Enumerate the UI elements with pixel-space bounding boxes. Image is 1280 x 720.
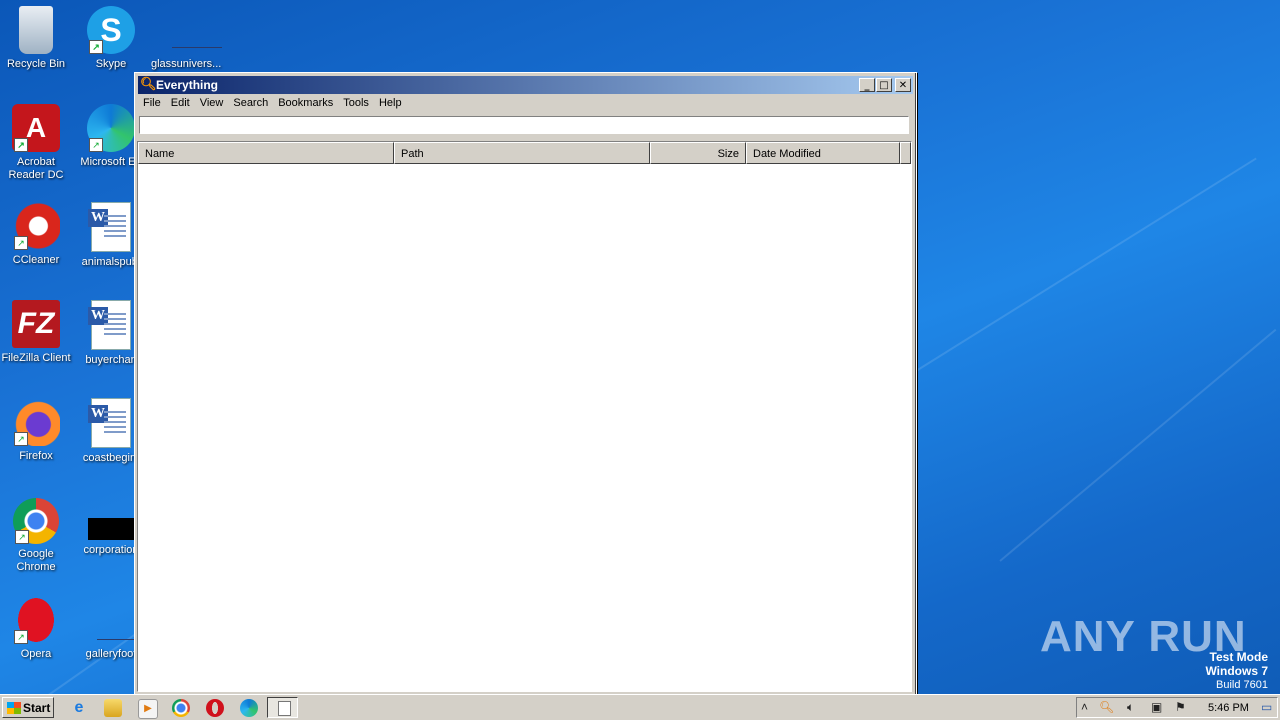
action-center-flag-icon[interactable]: ⚑ [1175,700,1186,714]
desktop-icon-label: Recycle Bin [6,58,66,70]
menu-edit[interactable]: Edit [166,95,195,109]
window-title: Everything [156,78,219,92]
shortcut-arrow-icon: ↗ [15,530,29,544]
opera-icon: ↗ [12,596,60,644]
test-mode-watermark: Test Mode Windows 7 Build 7601 [1205,650,1268,692]
desktop-icon-label: Firefox [19,450,53,462]
shortcut-arrow-icon: ↗ [14,432,28,446]
menu-tools[interactable]: Tools [338,95,374,109]
shortcut-arrow-icon: ↗ [89,40,103,54]
desktop-icon-filezilla[interactable]: FZ FileZilla Client [1,300,71,365]
close-button[interactable]: ✕ [895,78,911,92]
show-desktop-icon[interactable]: ▭ [1261,700,1272,714]
search-box[interactable] [139,116,909,134]
column-header-name[interactable]: Name [138,142,394,164]
windows-logo-icon [7,702,21,714]
wallpaper-streak [899,157,1257,382]
edge-icon: ↗ [87,104,135,152]
search-input[interactable] [140,117,908,133]
desktop-icon-skype[interactable]: S ↗ Skype [76,6,146,71]
shortcut-arrow-icon: ↗ [14,138,28,152]
desktop-icon-firefox[interactable]: ↗ Firefox [1,398,71,463]
menu-help[interactable]: Help [374,95,407,109]
volume-icon[interactable]: 🔈︎ [1127,700,1134,715]
desktop-icon-label: glassunivers... [151,58,222,70]
menu-file[interactable]: File [138,95,166,109]
start-label: Start [23,701,51,715]
clock[interactable]: 5:46 PM [1208,702,1249,714]
start-button[interactable]: Start [2,697,54,718]
maximize-button[interactable]: □ [876,78,892,92]
taskbar: Start e ▶ ˄ 🔍︎ 🔈︎ ▣ ⚑ 5:46 PM ▭ [0,694,1280,720]
desktop-icon-label: Skype [95,58,127,70]
firefox-icon: ↗ [12,398,60,446]
desktop-icon-acrobat[interactable]: A ↗ Acrobat Reader DC [1,104,71,182]
system-tray: ˄ 🔍︎ 🔈︎ ▣ ⚑ 5:46 PM ▭ [1076,697,1278,718]
desktop-icon-glassunivers[interactable]: glassunivers... [151,6,222,71]
desktop-icon-label: Opera [20,648,52,660]
build-label: Build 7601 [1216,679,1268,691]
shortcut-arrow-icon: ↗ [14,630,28,644]
edge-taskbar-icon[interactable] [240,699,258,717]
magnifier-icon: 🔍︎ [140,76,157,91]
everything-window[interactable]: 🔍︎ Everything _ □ ✕ File Edit View Search Bo… [134,72,917,696]
desktop-icon-label: Google Chrome [16,548,56,573]
file-explorer-icon[interactable] [104,699,122,717]
list-header: Name Path Size Date Modified [138,142,911,164]
desktop-icon-chrome[interactable]: ↗ Google Chrome [1,498,71,574]
taskbar-button-everything[interactable] [267,697,298,718]
skype-icon: S ↗ [87,6,135,54]
file-icon [87,596,143,644]
opera-taskbar-icon[interactable] [206,699,224,717]
chrome-icon: ↗ [13,498,59,544]
column-header-date-modified[interactable]: Date Modified [746,142,900,164]
everything-tray-icon[interactable]: 🔍︎ [1099,700,1114,714]
wallpaper-streak [999,328,1277,562]
results-list[interactable]: Name Path Size Date Modified [137,141,912,692]
desktop-icon-recycle-bin[interactable]: Recycle Bin [1,6,71,71]
desktop-icon-label: Acrobat Reader DC [8,156,64,181]
menu-bar: File Edit View Search Bookmarks Tools Help [138,95,913,114]
word-doc-icon [88,398,131,448]
recycle-bin-icon [19,6,53,54]
media-player-icon[interactable]: ▶ [138,699,158,719]
menu-bookmarks[interactable]: Bookmarks [273,95,338,109]
column-header-path[interactable]: Path [394,142,650,164]
windows-version-label: Windows 7 [1205,664,1268,678]
word-doc-icon [88,300,131,350]
shortcut-arrow-icon: ↗ [14,236,28,250]
menu-search[interactable]: Search [228,95,273,109]
column-header-size[interactable]: Size [650,142,746,164]
show-hidden-icons-icon[interactable]: ˄ [1081,700,1088,714]
test-mode-label: Test Mode [1209,650,1268,664]
internet-explorer-icon[interactable]: e [70,699,88,717]
chrome-taskbar-icon[interactable] [172,699,190,717]
file-icon [88,518,134,540]
shortcut-arrow-icon: ↗ [89,138,103,152]
filezilla-icon: FZ [12,300,60,348]
menu-view[interactable]: View [195,95,229,109]
minimize-button[interactable]: _ [859,78,875,92]
acrobat-icon: A ↗ [12,104,60,152]
title-bar[interactable]: 🔍︎ Everything _ □ ✕ [138,76,913,94]
desktop-icon-ccleaner[interactable]: ↗ CCleaner [1,202,71,267]
ccleaner-icon: ↗ [12,202,60,250]
column-header-filler [900,142,911,164]
word-doc-icon [88,202,131,252]
desktop-icon-label: CCleaner [12,254,60,266]
network-icon[interactable]: ▣ [1151,700,1162,714]
file-icon [162,6,222,54]
desktop-icon-label: FileZilla Client [1,352,71,364]
desktop-icon-opera[interactable]: ↗ Opera [1,596,71,661]
